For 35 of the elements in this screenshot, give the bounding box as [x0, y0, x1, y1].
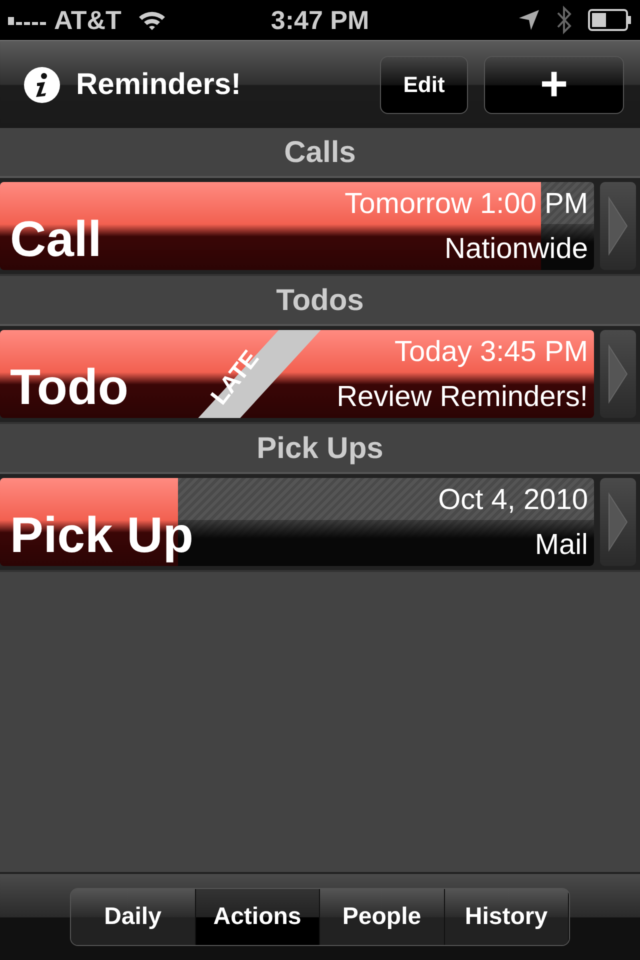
tab[interactable]: People — [320, 889, 444, 945]
reminder-date: Today 3:45 PM — [394, 338, 588, 367]
section-header: Todos — [276, 282, 364, 318]
wifi-icon — [137, 9, 168, 31]
reminder-detail: Review Reminders! — [336, 383, 588, 412]
chevron-icon — [607, 492, 629, 552]
info-icon[interactable] — [24, 66, 60, 102]
reminder-card[interactable]: Call Tomorrow 1:00 PM Nationwide — [0, 182, 594, 270]
status-time: 3:47 PM — [270, 4, 370, 36]
disclosure-button[interactable] — [600, 182, 636, 270]
reminder-detail: Mail — [534, 531, 588, 560]
chevron-icon — [607, 196, 629, 256]
tab[interactable]: Actions — [196, 889, 320, 945]
bluetooth-icon — [556, 5, 572, 35]
reminder-date: Tomorrow 1:00 PM — [344, 190, 588, 219]
reminder-title: Todo — [10, 362, 128, 412]
battery-icon — [588, 9, 632, 31]
tab[interactable]: History — [444, 889, 569, 945]
reminder-card[interactable]: Pick Up Oct 4, 2010 Mail — [0, 478, 594, 566]
add-button[interactable]: + — [484, 56, 624, 114]
location-icon — [518, 9, 540, 31]
section-header: Calls — [284, 134, 356, 170]
chevron-icon — [607, 344, 629, 404]
edit-button[interactable]: Edit — [380, 56, 468, 114]
tab[interactable]: Daily — [71, 889, 196, 945]
disclosure-button[interactable] — [600, 330, 636, 418]
nav-title: Reminders! — [76, 67, 242, 103]
section-header: Pick Ups — [256, 430, 384, 466]
reminder-date: Oct 4, 2010 — [438, 486, 588, 515]
reminder-title: Call — [10, 214, 102, 264]
reminder-detail: Nationwide — [444, 235, 588, 264]
signal-icon — [8, 15, 46, 25]
carrier-name: AT&T — [54, 4, 122, 36]
reminder-title: Pick Up — [10, 510, 194, 560]
disclosure-button[interactable] — [600, 478, 636, 566]
